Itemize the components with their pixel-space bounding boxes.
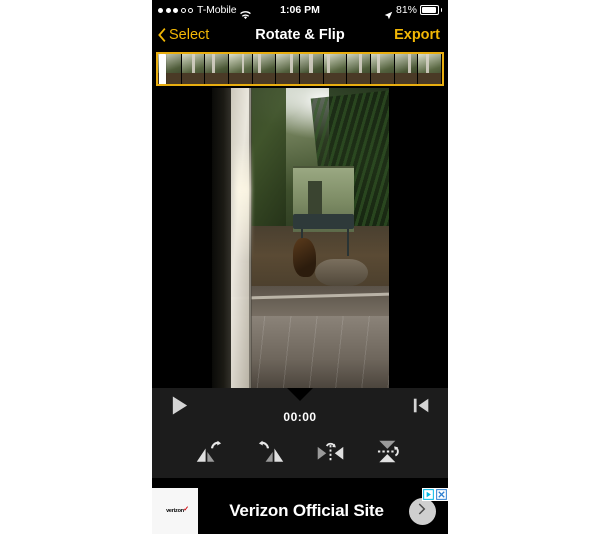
rotate-right-button[interactable] xyxy=(247,436,293,472)
ad-banner[interactable]: verizon ✓ Verizon Official Site xyxy=(152,488,448,534)
rotate-left-button[interactable] xyxy=(187,436,233,472)
filmstrip-track[interactable] xyxy=(156,52,444,86)
back-button[interactable]: Select xyxy=(158,20,209,50)
flip-horizontal-button[interactable] xyxy=(307,436,353,472)
video-planter xyxy=(314,259,368,286)
adchoices-icon[interactable] xyxy=(422,488,435,501)
battery-percent-label: 81% xyxy=(395,4,417,16)
ad-headline[interactable]: Verizon Official Site xyxy=(198,501,409,521)
ad-badges xyxy=(422,488,448,501)
advertiser-logo: verizon ✓ xyxy=(152,488,198,534)
status-bar: T-Mobile 1:06 PM 81% xyxy=(152,0,448,20)
battery-fill xyxy=(421,6,436,13)
flip-horizontal-icon xyxy=(316,440,345,469)
rotate-clockwise-icon xyxy=(255,440,285,469)
skip-to-start-button[interactable] xyxy=(406,393,436,423)
status-bar-right: 81% xyxy=(384,0,442,20)
battery-icon xyxy=(420,5,442,15)
filmstrip-frame[interactable] xyxy=(276,54,301,84)
filmstrip-frame[interactable] xyxy=(300,54,324,84)
filmstrip-frame[interactable] xyxy=(205,54,230,84)
filmstrip-frame[interactable] xyxy=(323,54,348,84)
playhead-marker-icon xyxy=(287,388,313,401)
playhead-handle[interactable] xyxy=(159,54,166,84)
flip-vertical-button[interactable] xyxy=(367,436,413,472)
filmstrip-frame[interactable] xyxy=(229,54,253,84)
page-root: T-Mobile 1:06 PM 81% Select Rotate & Fli… xyxy=(0,0,600,534)
filmstrip-frame[interactable] xyxy=(252,54,277,84)
video-preview[interactable] xyxy=(212,88,389,388)
location-arrow-icon xyxy=(384,7,393,19)
transform-tools xyxy=(152,434,448,474)
back-button-label: Select xyxy=(169,27,210,43)
filmstrip-frame[interactable] xyxy=(181,54,206,84)
filmstrip-frame[interactable] xyxy=(418,54,442,84)
rotate-counterclockwise-icon xyxy=(195,440,225,469)
video-glare xyxy=(235,142,251,262)
skip-to-start-icon xyxy=(413,397,430,419)
player-controls: 00:00 xyxy=(152,388,448,478)
battery-cap xyxy=(440,8,442,12)
video-table xyxy=(293,214,354,229)
ad-cta-button[interactable] xyxy=(409,497,436,525)
chevron-right-icon xyxy=(418,502,427,520)
video-dark-edge xyxy=(212,88,232,388)
export-button[interactable]: Export xyxy=(394,20,440,50)
video-stage xyxy=(152,88,448,388)
filmstrip-container xyxy=(152,50,448,88)
timecode-label: 00:00 xyxy=(283,410,317,424)
flip-vertical-icon xyxy=(376,439,404,469)
advertiser-logo-wordmark: verizon xyxy=(166,508,184,514)
filmstrip-frame[interactable] xyxy=(371,54,395,84)
video-table-leg xyxy=(346,229,349,256)
chevron-left-icon xyxy=(158,28,167,42)
phone-screen: T-Mobile 1:06 PM 81% Select Rotate & Fli… xyxy=(152,0,448,534)
page-title: Rotate & Flip xyxy=(255,27,345,43)
video-dog xyxy=(293,238,317,277)
close-icon[interactable] xyxy=(435,488,448,501)
navigation-bar: Select Rotate & Flip Export xyxy=(152,20,448,50)
filmstrip-frame[interactable] xyxy=(347,54,372,84)
advertiser-logo-text: verizon ✓ xyxy=(166,506,189,514)
verizon-check-icon: ✓ xyxy=(183,506,189,513)
filmstrip-frame[interactable] xyxy=(394,54,419,84)
